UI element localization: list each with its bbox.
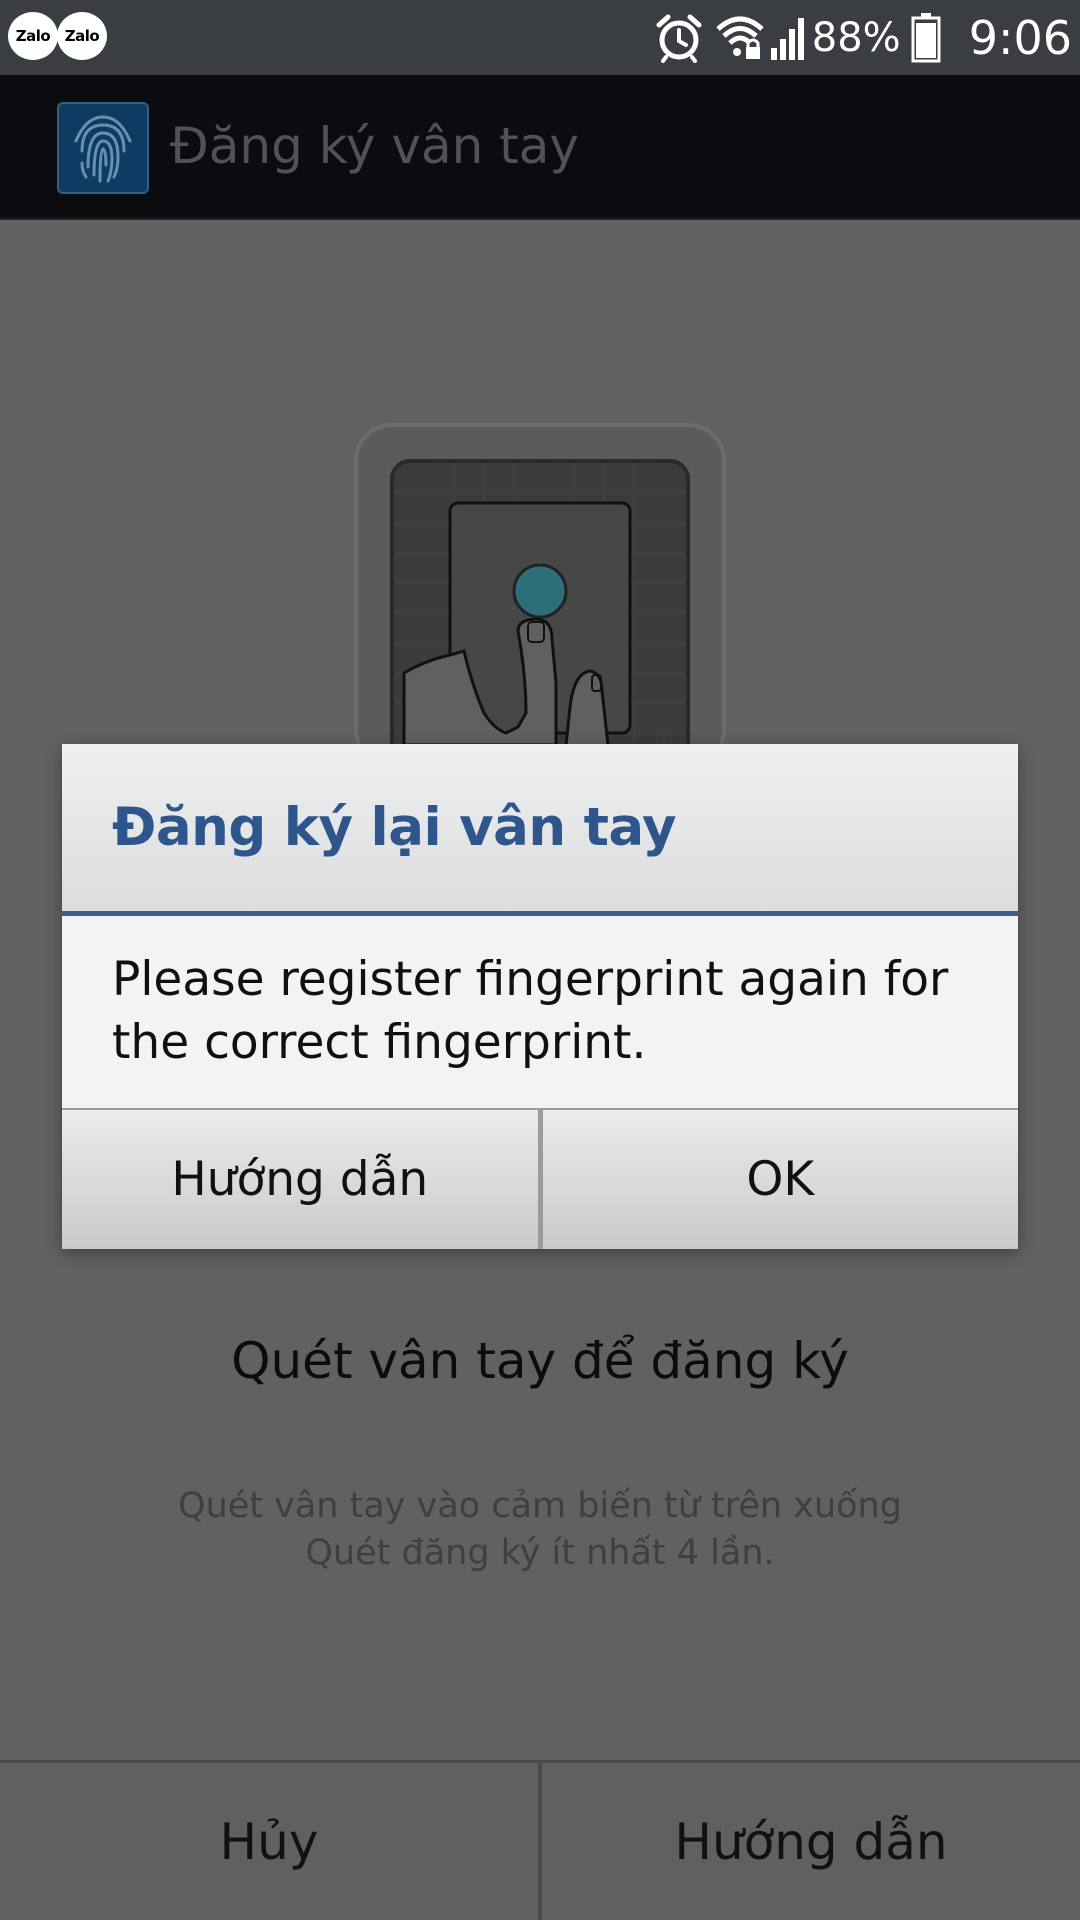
zalo-notification-icon: Zalo bbox=[8, 12, 58, 60]
zalo-notification-icon: Zalo bbox=[57, 12, 107, 60]
clock: 9:06 bbox=[968, 10, 1072, 65]
status-icons: 88% 9:06 bbox=[654, 0, 1072, 75]
fingerprint-icon bbox=[57, 102, 149, 194]
scan-instruction: Quét đăng ký ít nhất 4 lần. bbox=[305, 1533, 775, 1573]
bottom-button-bar: Hủy Hướng dẫn bbox=[0, 1760, 1080, 1920]
signal-icon bbox=[770, 16, 806, 60]
wifi-lock-icon bbox=[716, 15, 764, 61]
dialog-guide-button[interactable]: Hướng dẫn bbox=[62, 1110, 538, 1249]
battery-percent: 88% bbox=[811, 14, 901, 61]
action-bar: Đăng ký vân tay bbox=[0, 75, 1080, 220]
alarm-icon bbox=[654, 13, 704, 63]
scan-instruction: Quét vân tay vào cảm biến từ trên xuống bbox=[178, 1486, 902, 1526]
reregister-dialog: Đăng ký lại vân tay Please register fing… bbox=[62, 744, 1018, 1249]
dialog-message: Please register fingerprint again for th… bbox=[112, 952, 949, 1070]
dialog-title: Đăng ký lại vân tay bbox=[112, 797, 677, 858]
fingerprint-sensor-illustration bbox=[354, 423, 726, 767]
dialog-ok-button[interactable]: OK bbox=[537, 1110, 1018, 1249]
dialog-buttons: Hướng dẫn OK bbox=[62, 1108, 1018, 1249]
status-bar: Zalo Zalo 88% 9:06 bbox=[0, 0, 1080, 75]
guide-button[interactable]: Hướng dẫn bbox=[538, 1763, 1080, 1920]
cancel-button[interactable]: Hủy bbox=[0, 1763, 538, 1920]
page-title: Đăng ký vân tay bbox=[170, 117, 580, 175]
battery-icon bbox=[911, 12, 941, 63]
scan-title: Quét vân tay để đăng ký bbox=[231, 1332, 849, 1390]
dialog-header: Đăng ký lại vân tay bbox=[62, 744, 1018, 916]
